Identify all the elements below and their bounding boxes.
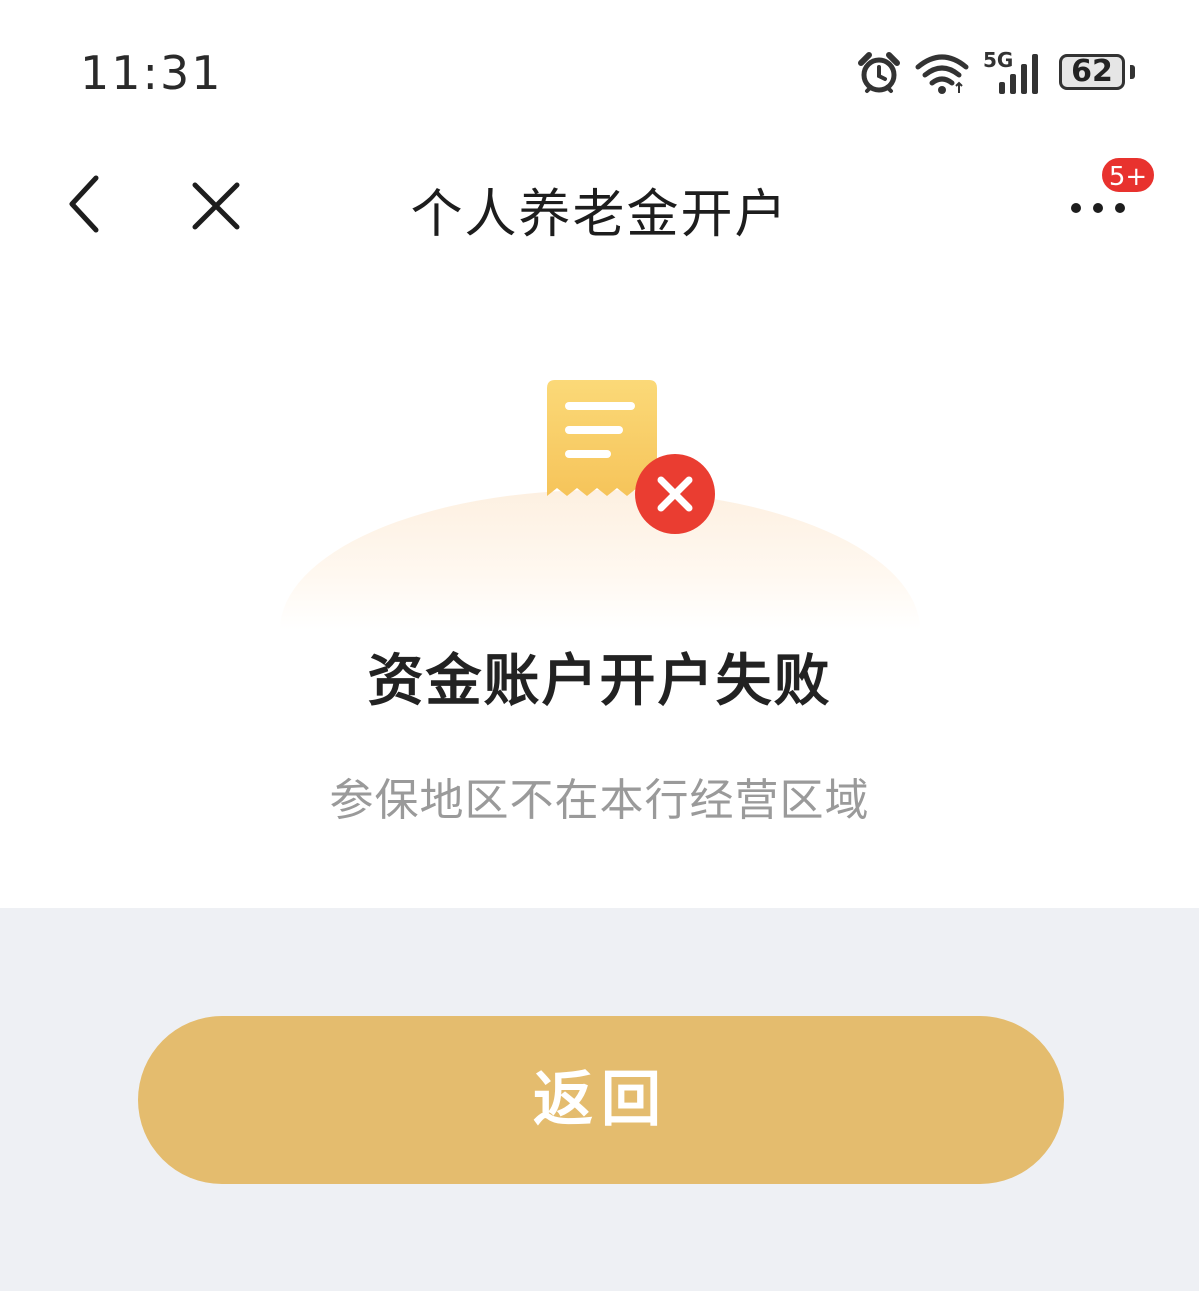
battery-icon: 62 [1059, 54, 1135, 92]
nav-bar: 个人养老金开户 5+ [0, 150, 1199, 260]
signal-5g-icon: 5G [983, 50, 1045, 96]
notification-badge: 5+ [1100, 156, 1156, 194]
status-bar: 11:31 5G 62 [0, 0, 1199, 140]
status-icons: 5G 62 [857, 48, 1135, 98]
status-time: 11:31 [80, 46, 223, 100]
illustration-glow [280, 490, 920, 630]
battery-level: 62 [1071, 54, 1113, 89]
result-subtitle: 参保地区不在本行经营区域 [329, 775, 870, 826]
page-title: 个人养老金开户 [410, 185, 789, 245]
bottom-action-area: 返回 [0, 908, 1199, 1291]
result-illustration [280, 370, 920, 630]
error-x-icon [635, 454, 715, 534]
wifi-icon [915, 51, 969, 95]
result-title: 资金账户开户失败 [367, 649, 832, 714]
alarm-icon [857, 51, 901, 95]
return-button[interactable]: 返回 [138, 1016, 1064, 1184]
